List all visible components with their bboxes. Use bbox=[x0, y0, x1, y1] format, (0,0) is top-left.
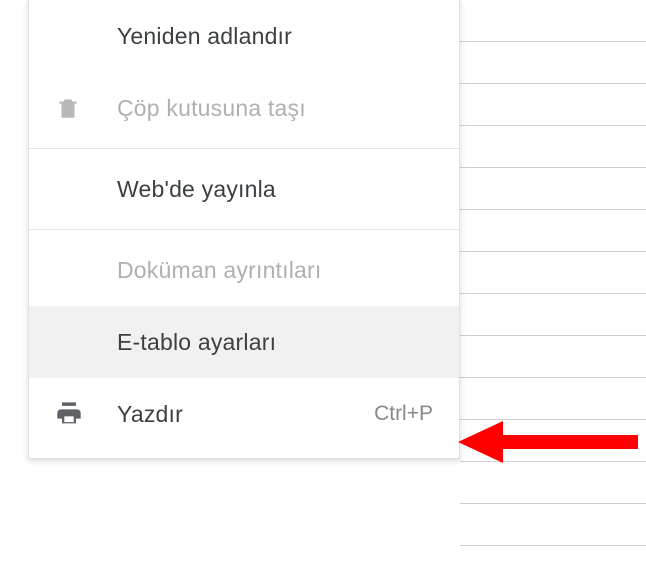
menu-item-print[interactable]: Yazdır Ctrl+P bbox=[29, 378, 459, 450]
trash-icon bbox=[55, 95, 117, 121]
menu-item-publish-web[interactable]: Web'de yayınla bbox=[29, 153, 459, 225]
menu-item-document-details: Doküman ayrıntıları bbox=[29, 234, 459, 306]
spreadsheet-background bbox=[460, 0, 646, 583]
print-icon bbox=[55, 400, 117, 428]
menu-separator bbox=[29, 229, 459, 230]
menu-item-rename[interactable]: Yeniden adlandır bbox=[29, 0, 459, 72]
menu-item-label: Web'de yayınla bbox=[117, 176, 433, 203]
menu-item-label: Çöp kutusuna taşı bbox=[117, 95, 433, 122]
menu-item-label: E-tablo ayarları bbox=[117, 329, 433, 356]
menu-item-move-to-trash: Çöp kutusuna taşı bbox=[29, 72, 459, 144]
menu-item-label: Yazdır bbox=[117, 401, 374, 428]
menu-item-label: Doküman ayrıntıları bbox=[117, 257, 433, 284]
context-menu: Yeniden adlandır Çöp kutusuna taşı Web'd… bbox=[28, 0, 460, 459]
menu-item-label: Yeniden adlandır bbox=[117, 23, 433, 50]
menu-item-spreadsheet-settings[interactable]: E-tablo ayarları bbox=[29, 306, 459, 378]
menu-separator bbox=[29, 148, 459, 149]
menu-item-shortcut: Ctrl+P bbox=[374, 402, 433, 426]
